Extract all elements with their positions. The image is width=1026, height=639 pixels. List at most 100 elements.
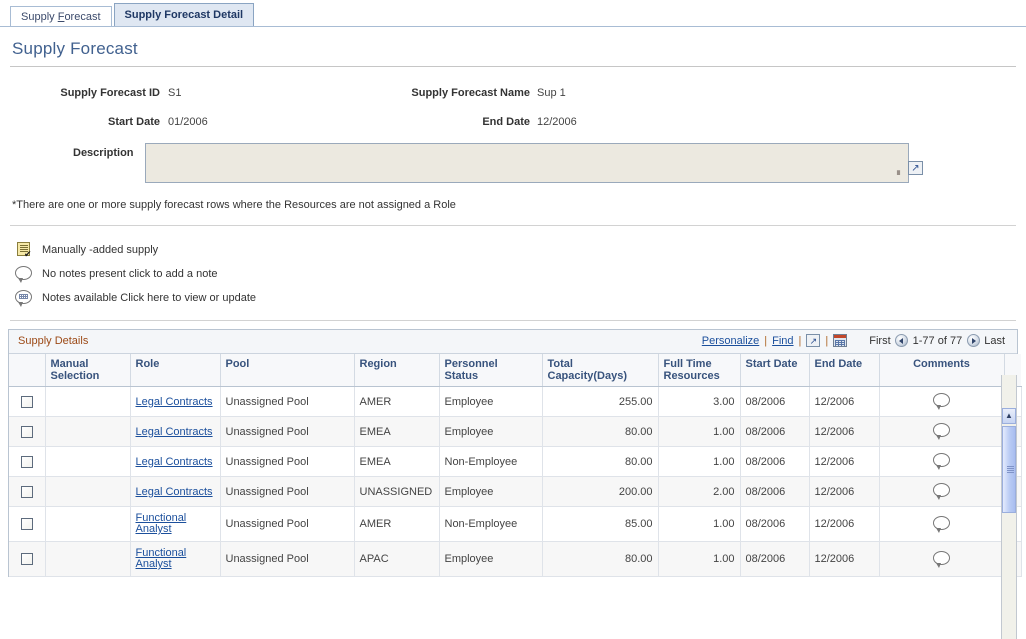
view-grid-icon[interactable] — [833, 334, 848, 347]
cell-full-time-resources: 1.00 — [658, 416, 741, 447]
empty-note-bubble-icon[interactable] — [933, 515, 950, 533]
page-title: Supply Forecast — [12, 39, 138, 58]
empty-note-bubble-icon[interactable] — [933, 483, 950, 500]
role-link[interactable]: Legal Contracts — [136, 486, 213, 498]
cell-region: UNASSIGNED — [354, 476, 440, 507]
first-link[interactable]: First — [865, 335, 894, 347]
cell-comments[interactable] — [879, 476, 1005, 507]
table-row: Legal Contracts Unassigned Pool AMER Employ… — [9, 386, 1022, 417]
cell-role[interactable]: Legal Contracts — [130, 386, 221, 417]
row-select-cell[interactable] — [9, 446, 46, 477]
col-comments[interactable]: Comments — [879, 354, 1005, 387]
col-total-capacity[interactable]: Total Capacity(Days) — [542, 354, 659, 387]
cell-total-capacity: 80.00 — [542, 541, 659, 577]
row-checkbox[interactable] — [20, 455, 33, 468]
personalize-link[interactable]: Personalize — [702, 335, 759, 347]
cell-comments[interactable] — [879, 446, 1005, 477]
cell-role[interactable]: Functional Analyst — [130, 541, 221, 577]
cell-role[interactable]: Legal Contracts — [130, 476, 221, 507]
cell-comments[interactable] — [879, 506, 1005, 542]
cell-comments[interactable] — [879, 386, 1005, 417]
empty-note-bubble-icon[interactable] — [933, 550, 950, 568]
download-to-excel-icon[interactable]: ↗ — [806, 334, 821, 347]
supply-forecast-name-field: Supply Forecast Name — [230, 87, 530, 99]
warning-note: *There are one or more supply forecast r… — [12, 199, 456, 211]
cell-manual-selection — [45, 416, 131, 447]
role-link[interactable]: Legal Contracts — [136, 426, 213, 438]
scroll-up-icon[interactable]: ▲ — [1002, 408, 1016, 424]
scrollbar-thumb[interactable] — [1002, 426, 1016, 513]
cell-total-capacity: 80.00 — [542, 416, 659, 447]
grid-pagination: First 1-77 of 77 Last — [865, 334, 1009, 347]
table-body: Legal Contracts Unassigned Pool AMER Employ… — [9, 386, 1022, 577]
role-link[interactable]: Legal Contracts — [136, 396, 213, 408]
col-pool[interactable]: Pool — [220, 354, 355, 387]
description-row: Description ▘ — [0, 137, 1026, 195]
col-end-date[interactable]: End Date — [809, 354, 880, 387]
grid-tools: Personalize | Find | ↗ | First 1-77 of 7… — [702, 334, 1009, 347]
col-role[interactable]: Role — [130, 354, 221, 387]
tools-separator-2: | — [798, 334, 802, 347]
previous-page-icon[interactable] — [894, 334, 908, 347]
cell-personnel-status: Employee — [439, 416, 543, 447]
cell-start-date: 08/2006 — [740, 416, 810, 447]
cell-personnel-status: Non-Employee — [439, 506, 543, 542]
grid-vertical-scrollbar[interactable]: ▲ — [1001, 375, 1017, 639]
supply-forecast-id-label: Supply Forecast ID — [60, 87, 160, 99]
row-select-cell[interactable] — [9, 541, 46, 577]
cell-pool: Unassigned Pool — [220, 446, 355, 477]
cell-manual-selection — [45, 476, 131, 507]
description-input[interactable]: ▘ — [145, 143, 909, 183]
cell-start-date: 08/2006 — [740, 541, 810, 577]
cell-pool: Unassigned Pool — [220, 541, 355, 577]
cell-end-date: 12/2006 — [809, 386, 880, 417]
empty-note-bubble-icon[interactable] — [933, 423, 950, 440]
row-checkbox[interactable] — [20, 518, 33, 531]
row-select-cell[interactable] — [9, 506, 46, 542]
cell-end-date: 12/2006 — [809, 476, 880, 507]
table-row: Functional Analyst Unassigned Pool AMER Non… — [9, 506, 1022, 542]
empty-note-bubble-icon[interactable] — [933, 393, 950, 410]
cell-role[interactable]: Legal Contracts — [130, 446, 221, 477]
supply-forecast-id-field: Supply Forecast ID — [0, 87, 160, 99]
role-link[interactable]: Legal Contracts — [136, 456, 213, 468]
col-select — [9, 354, 46, 387]
col-manual-selection[interactable]: Manual Selection — [45, 354, 131, 387]
cell-role[interactable]: Functional Analyst — [130, 506, 221, 542]
cell-personnel-status: Employee — [439, 541, 543, 577]
tab-supply-forecast-detail[interactable]: Supply Forecast Detail — [113, 3, 255, 26]
row-checkbox[interactable] — [20, 395, 33, 408]
row-select-cell[interactable] — [9, 476, 46, 507]
legend-label-no-notes: No notes present click to add a note — [42, 268, 218, 280]
role-link[interactable]: Functional Analyst — [136, 548, 215, 570]
cell-manual-selection — [45, 506, 131, 542]
cell-manual-selection — [45, 541, 131, 577]
find-link[interactable]: Find — [772, 335, 793, 347]
role-link[interactable]: Functional Analyst — [136, 513, 215, 535]
row-checkbox[interactable] — [20, 553, 33, 566]
col-full-time-resources[interactable]: Full Time Resources — [658, 354, 741, 387]
empty-note-bubble-icon[interactable] — [933, 453, 950, 470]
cell-comments[interactable] — [879, 416, 1005, 447]
description-label: Description — [73, 147, 134, 159]
col-start-date[interactable]: Start Date — [740, 354, 810, 387]
legend: Manually -added supply No notes present … — [0, 238, 1026, 310]
row-checkbox[interactable] — [20, 485, 33, 498]
col-personnel-status[interactable]: Personnel Status — [439, 354, 543, 387]
cell-comments[interactable] — [879, 541, 1005, 577]
row-checkbox[interactable] — [20, 425, 33, 438]
cell-total-capacity: 200.00 — [542, 476, 659, 507]
supply-forecast-name-value-wrap: Sup 1 — [537, 87, 566, 99]
expand-icon[interactable]: ↗ — [905, 161, 923, 175]
end-date-field: End Date — [230, 116, 530, 128]
row-select-cell[interactable] — [9, 386, 46, 417]
start-date-value-wrap: 01/2006 — [168, 116, 208, 128]
start-date-value: 01/2006 — [168, 116, 208, 128]
tab-supply-forecast[interactable]: Supply Forecast — [10, 6, 112, 26]
row-select-cell[interactable] — [9, 416, 46, 447]
supply-forecast-id-value-wrap: S1 — [168, 87, 181, 99]
col-region[interactable]: Region — [354, 354, 440, 387]
last-link[interactable]: Last — [980, 335, 1009, 347]
cell-role[interactable]: Legal Contracts — [130, 416, 221, 447]
next-page-icon[interactable] — [967, 334, 981, 347]
